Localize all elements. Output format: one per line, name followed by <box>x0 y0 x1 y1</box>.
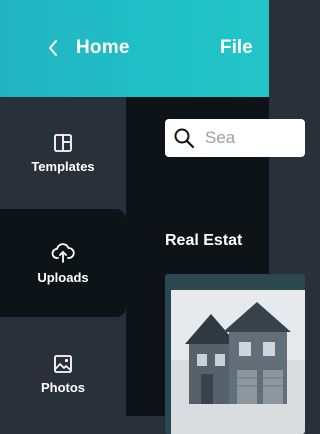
search-input[interactable]: Sea <box>165 119 305 157</box>
sidebar-item-photos[interactable]: Photos <box>0 319 126 429</box>
sidebar: Templates Uploads Photos <box>0 97 126 416</box>
sidebar-item-label: Uploads <box>37 269 89 285</box>
file-menu[interactable]: File <box>220 34 253 62</box>
search-placeholder: Sea <box>205 128 236 147</box>
side-panel: Sea Real Estat <box>126 97 305 434</box>
templates-icon <box>54 133 72 152</box>
sidebar-item-label: Templates <box>31 158 95 174</box>
house-photo-image <box>165 274 305 434</box>
template-thumbnail[interactable] <box>165 274 305 434</box>
back-home-label: Home <box>76 37 130 58</box>
section-title: Real Estat <box>165 232 243 249</box>
search-icon <box>174 128 195 149</box>
sidebar-item-templates[interactable]: Templates <box>0 100 126 206</box>
back-home-button[interactable]: Home <box>48 34 130 62</box>
sidebar-item-label: Photos <box>40 379 86 395</box>
upload-cloud-icon <box>51 242 75 263</box>
top-bar: Home File <box>0 0 269 97</box>
chevron-left-icon <box>49 40 57 56</box>
photo-icon <box>54 354 72 373</box>
sidebar-item-uploads[interactable]: Uploads <box>0 209 126 317</box>
